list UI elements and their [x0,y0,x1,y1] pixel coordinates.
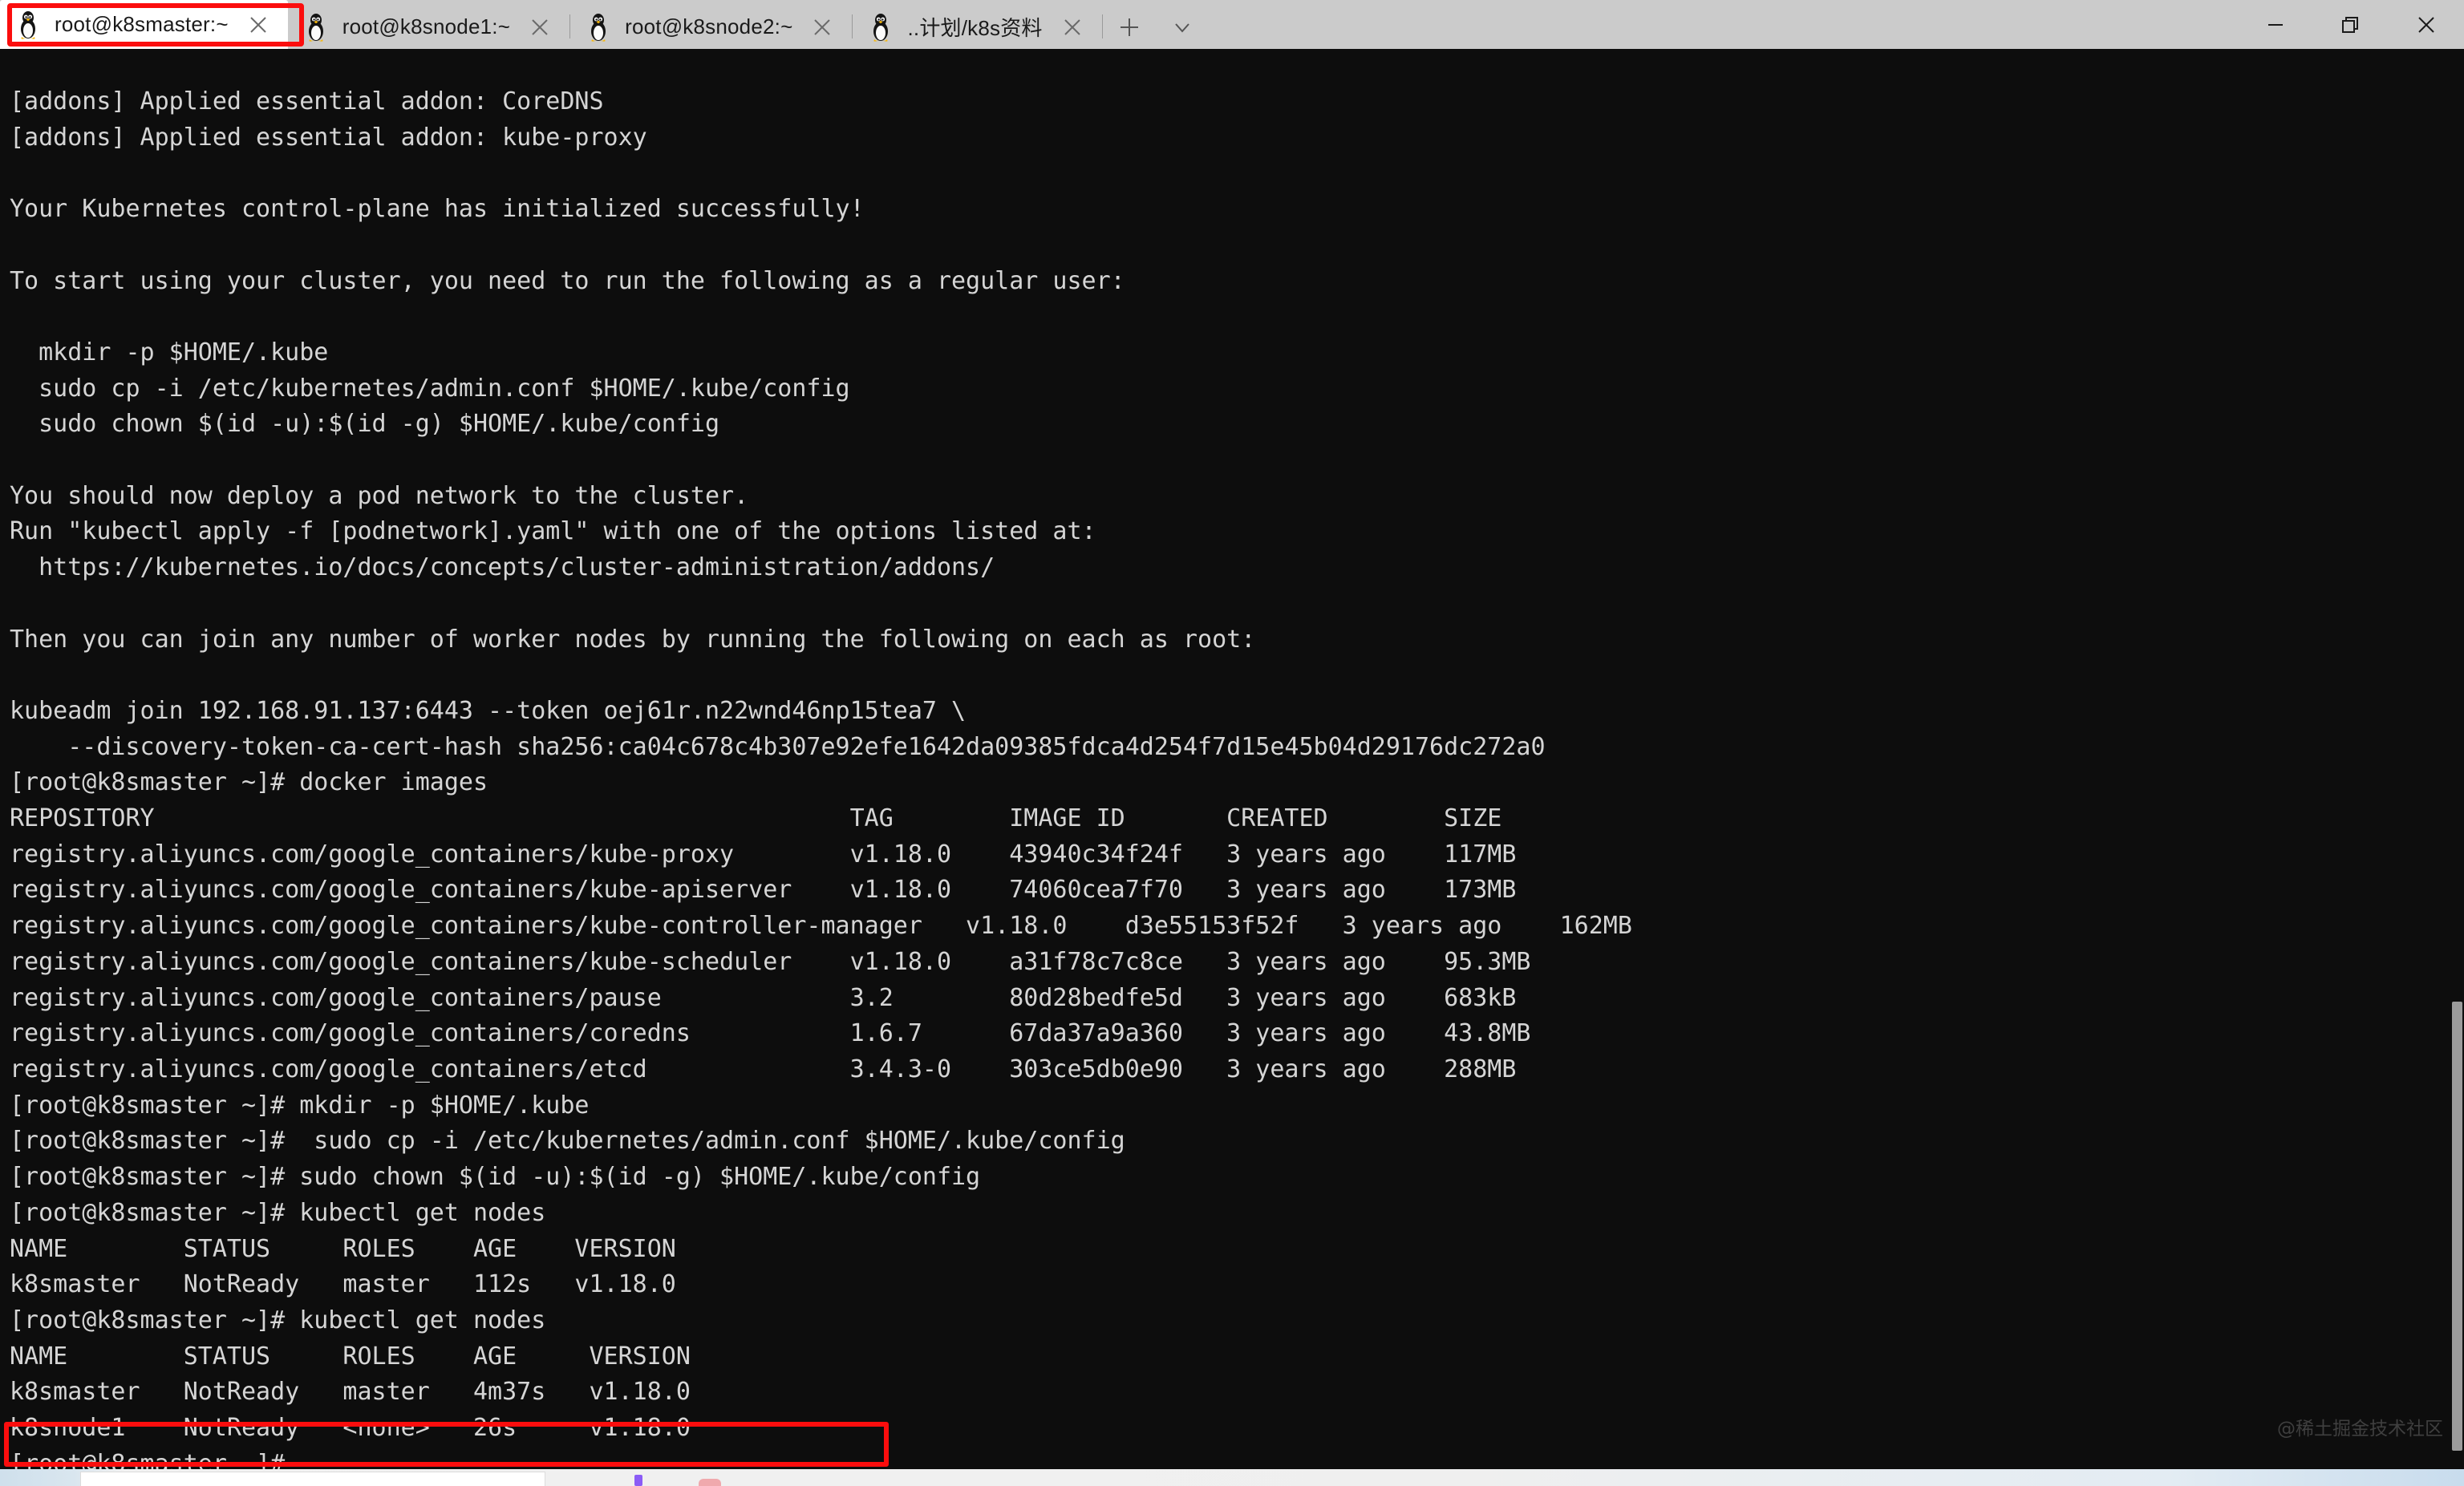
scrollbar-thumb[interactable] [2452,1002,2462,1451]
taskbar-blip-icon-2 [699,1479,721,1486]
tab-title: root@k8smaster:~ [55,12,229,36]
taskbar-window-preview[interactable] [80,1472,721,1486]
close-icon[interactable] [1043,5,1102,49]
restore-icon[interactable] [2313,0,2389,49]
tab-root-k8snode1[interactable]: root@k8snode1:~ [288,5,569,49]
close-icon[interactable] [792,5,852,49]
tab-root-k8smaster[interactable]: root@k8smaster:~ [0,0,288,49]
tab-title: root@k8snode1:~ [342,14,511,38]
tab-title: ..计划/k8s资料 [907,16,1043,40]
title-bar: root@k8smaster:~ root@k8snode1:~ root@k8… [0,0,2464,49]
tab-k8s-files[interactable]: ..计划/k8s资料 [853,5,1101,49]
window-controls [2238,0,2464,49]
linux-penguin-icon [306,13,326,42]
tab-strip: root@k8smaster:~ root@k8snode1:~ root@k8… [0,0,1209,49]
new-tab-icon[interactable] [1103,5,1156,49]
close-icon[interactable] [229,2,288,47]
chevron-down-icon[interactable] [1156,5,1209,49]
scrollbar-track[interactable] [2450,49,2464,1469]
linux-penguin-icon [588,13,609,42]
linux-penguin-icon [18,10,38,39]
taskbar [0,1469,2464,1486]
taskbar-blip-icon [634,1475,642,1486]
tab-title: root@k8snode2:~ [625,14,793,38]
terminal-output-area[interactable]: [addons] Applied essential addon: CoreDN… [0,49,2464,1469]
linux-penguin-icon [870,13,891,42]
watermark: @稀土掘金技术社区 [2277,1419,2443,1439]
tab-root-k8snode2[interactable]: root@k8snode2:~ [570,5,852,49]
terminal-text: [addons] Applied essential addon: CoreDN… [10,87,1632,1469]
terminal-window: root@k8smaster:~ root@k8snode1:~ root@k8… [0,0,2464,1486]
minimize-icon[interactable] [2238,0,2313,49]
close-icon[interactable] [2389,0,2464,49]
close-icon[interactable] [510,5,569,49]
